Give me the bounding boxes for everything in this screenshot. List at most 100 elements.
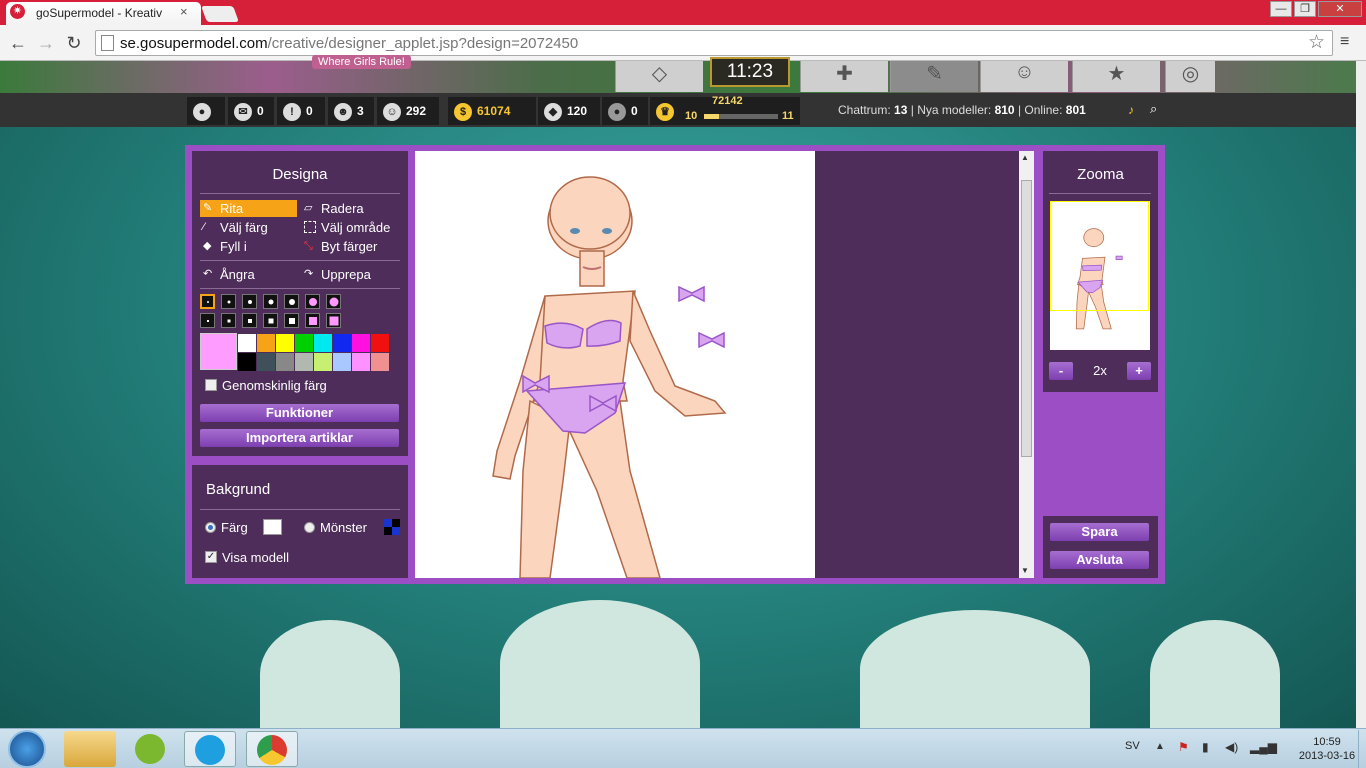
page-scrollbar[interactable] [1356,61,1366,728]
maximize-button[interactable]: ❐ [1294,1,1316,17]
functions-button[interactable]: Funktioner [200,404,399,422]
spotify-icon[interactable] [124,731,176,767]
diamond-nav-icon[interactable]: ◇ [615,61,703,92]
brush-square-7[interactable] [326,313,341,328]
brush-square-3[interactable] [242,313,257,328]
save-button[interactable]: Spara [1050,523,1149,541]
reload-icon[interactable]: ↻ [62,33,86,54]
tool-swap-colors[interactable]: ⤡ Byt färger [301,238,405,255]
brush-square-6[interactable] [305,313,320,328]
palette-swatch[interactable] [276,353,294,371]
pearls-stat[interactable]: ● 0 [602,97,648,125]
alerts-stat[interactable]: ! 0 [277,97,325,125]
bookmark-star-icon[interactable]: ☆ [1308,31,1325,54]
palette-swatch[interactable] [238,334,256,352]
exit-button[interactable]: Avsluta [1050,551,1149,569]
friends-stat[interactable]: ☻ 3 [328,97,374,125]
separator: | [910,103,914,117]
star-nav-icon[interactable]: ★ [1072,61,1160,92]
scroll-down-icon[interactable]: ▼ [1021,566,1029,575]
brush-round-4[interactable] [263,294,278,309]
palette-swatch[interactable] [276,334,294,352]
skype-icon[interactable] [184,731,236,767]
diamonds-stat[interactable]: ◆ 120 [538,97,600,125]
palette-swatch[interactable] [371,353,389,371]
brush-round-1[interactable] [200,294,215,309]
redo-button[interactable]: ↷ Upprepa [301,266,405,283]
brush-round-5[interactable] [284,294,299,309]
action-center-icon[interactable]: ⚑ [1178,740,1189,754]
mail-stat[interactable]: ✉ 0 [228,97,274,125]
close-window-button[interactable]: ✕ [1318,1,1362,17]
tool-erase[interactable]: ▱ Radera [301,200,405,217]
tool-pick-color[interactable]: ⁄ Välj färg [200,219,297,236]
zoom-out-button[interactable]: - [1049,362,1073,380]
design-panel-title: Designa [272,166,328,183]
profile-stat[interactable]: ● [187,97,225,125]
zoom-in-button[interactable]: + [1127,362,1151,380]
bg-pattern-swatch[interactable] [384,519,400,535]
tray-expand-icon[interactable]: ▲ [1155,741,1165,752]
show-desktop-button[interactable] [1358,730,1366,768]
tab-active[interactable]: goSupermodel - Kreativ [6,2,201,25]
address-bar[interactable]: se.gosupermodel.com/creative/designer_ap… [95,30,1333,56]
chrome-menu-icon[interactable]: ≡ [1340,33,1349,51]
brush-round-3[interactable] [242,294,257,309]
more-nav-icon[interactable]: ◎ [1165,61,1215,92]
palette-swatch[interactable] [371,334,389,352]
new-tab-button[interactable] [201,6,239,22]
scroll-up-icon[interactable]: ▲ [1021,153,1029,162]
tool-fill[interactable]: ◆ Fyll i [200,238,297,255]
file-explorer-icon[interactable] [64,731,116,767]
undo-button[interactable]: ↶ Ångra [200,266,297,283]
volume-icon[interactable]: ◀) [1225,740,1238,754]
palette-swatch[interactable] [333,353,351,371]
minimize-button[interactable]: — [1270,1,1292,17]
smiles-stat[interactable]: ☺ 292 [377,97,439,125]
drawing-canvas[interactable] [415,151,815,578]
palette-swatch[interactable] [333,334,351,352]
brush-square-4[interactable] [263,313,278,328]
palette-swatch[interactable] [295,353,313,371]
start-button[interactable] [8,730,46,768]
zoom-preview[interactable] [1050,201,1150,350]
palette-swatch[interactable] [238,353,256,371]
chrome-icon[interactable] [246,731,298,767]
brush-round-7[interactable] [326,294,341,309]
forward-icon[interactable]: → [34,33,58,54]
palette-swatch[interactable] [314,353,332,371]
brush-square-2[interactable] [221,313,236,328]
brush-square-1[interactable] [200,313,215,328]
palette-swatch[interactable] [352,334,370,352]
creative-nav-icon[interactable]: ✎ [890,61,978,92]
palette-swatch[interactable] [257,353,275,371]
bg-pattern-radio[interactable] [304,522,315,533]
tool-select-area[interactable]: Välj område [301,219,405,236]
language-indicator[interactable]: SV [1125,740,1140,752]
palette-swatch[interactable] [314,334,332,352]
bg-color-swatch[interactable] [263,519,282,535]
import-items-button[interactable]: Importera artiklar [200,429,399,447]
palette-swatch[interactable] [352,353,370,371]
coins-stat[interactable]: $61074 [448,97,536,125]
search-icon[interactable]: ⌕ [1150,101,1157,117]
network-icon[interactable]: ▂▄▆ [1250,740,1277,754]
back-icon[interactable]: ← [6,33,30,54]
tool-draw[interactable]: ✎ Rita [200,200,297,217]
battery-icon[interactable]: ▮ [1202,740,1209,754]
system-clock[interactable]: 10:59 2013-03-16 [1298,735,1356,763]
scrollbar-thumb[interactable] [1021,180,1032,457]
tab-close-icon[interactable]: × [180,4,188,19]
current-color-swatch[interactable] [200,333,237,370]
brush-round-2[interactable] [221,294,236,309]
chat-nav-icon[interactable]: ☺ [980,61,1068,92]
palette-swatch[interactable] [257,334,275,352]
brush-square-5[interactable] [284,313,299,328]
transparent-color-checkbox[interactable] [205,379,217,391]
bg-color-radio[interactable] [205,522,216,533]
sound-icon[interactable]: ♪ [1128,103,1134,117]
show-model-checkbox[interactable]: ✓ [205,551,217,563]
palette-swatch[interactable] [295,334,313,352]
gamepad-nav-icon[interactable]: ✚ [800,61,888,92]
brush-round-6[interactable] [305,294,320,309]
